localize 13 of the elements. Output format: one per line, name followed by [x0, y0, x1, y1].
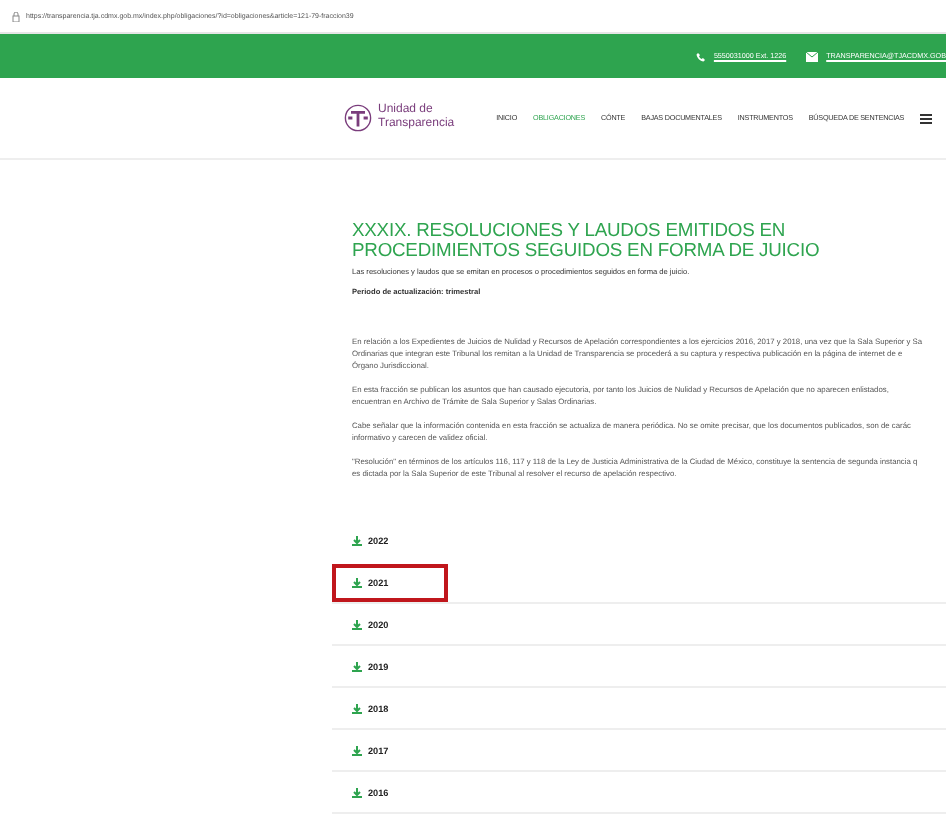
- mail-icon: [806, 51, 819, 61]
- download-icon: [352, 745, 362, 756]
- download-icon: [352, 703, 362, 714]
- phone-icon: [695, 51, 706, 61]
- logo-icon: [344, 104, 372, 132]
- lock-icon: [12, 11, 20, 21]
- menu-icon[interactable]: [920, 113, 933, 123]
- page-title: XXXIX. RESOLUCIONES Y LAUDOS EMITIDOS EN PROCEDIMIENTOS SEGUIDOS EN FORMA DE JUICIO: [352, 220, 822, 259]
- download-icon: [352, 661, 362, 672]
- download-icon: [352, 577, 362, 588]
- download-icon: [352, 619, 362, 630]
- download-icon: [352, 535, 362, 546]
- download-icon: [352, 787, 362, 798]
